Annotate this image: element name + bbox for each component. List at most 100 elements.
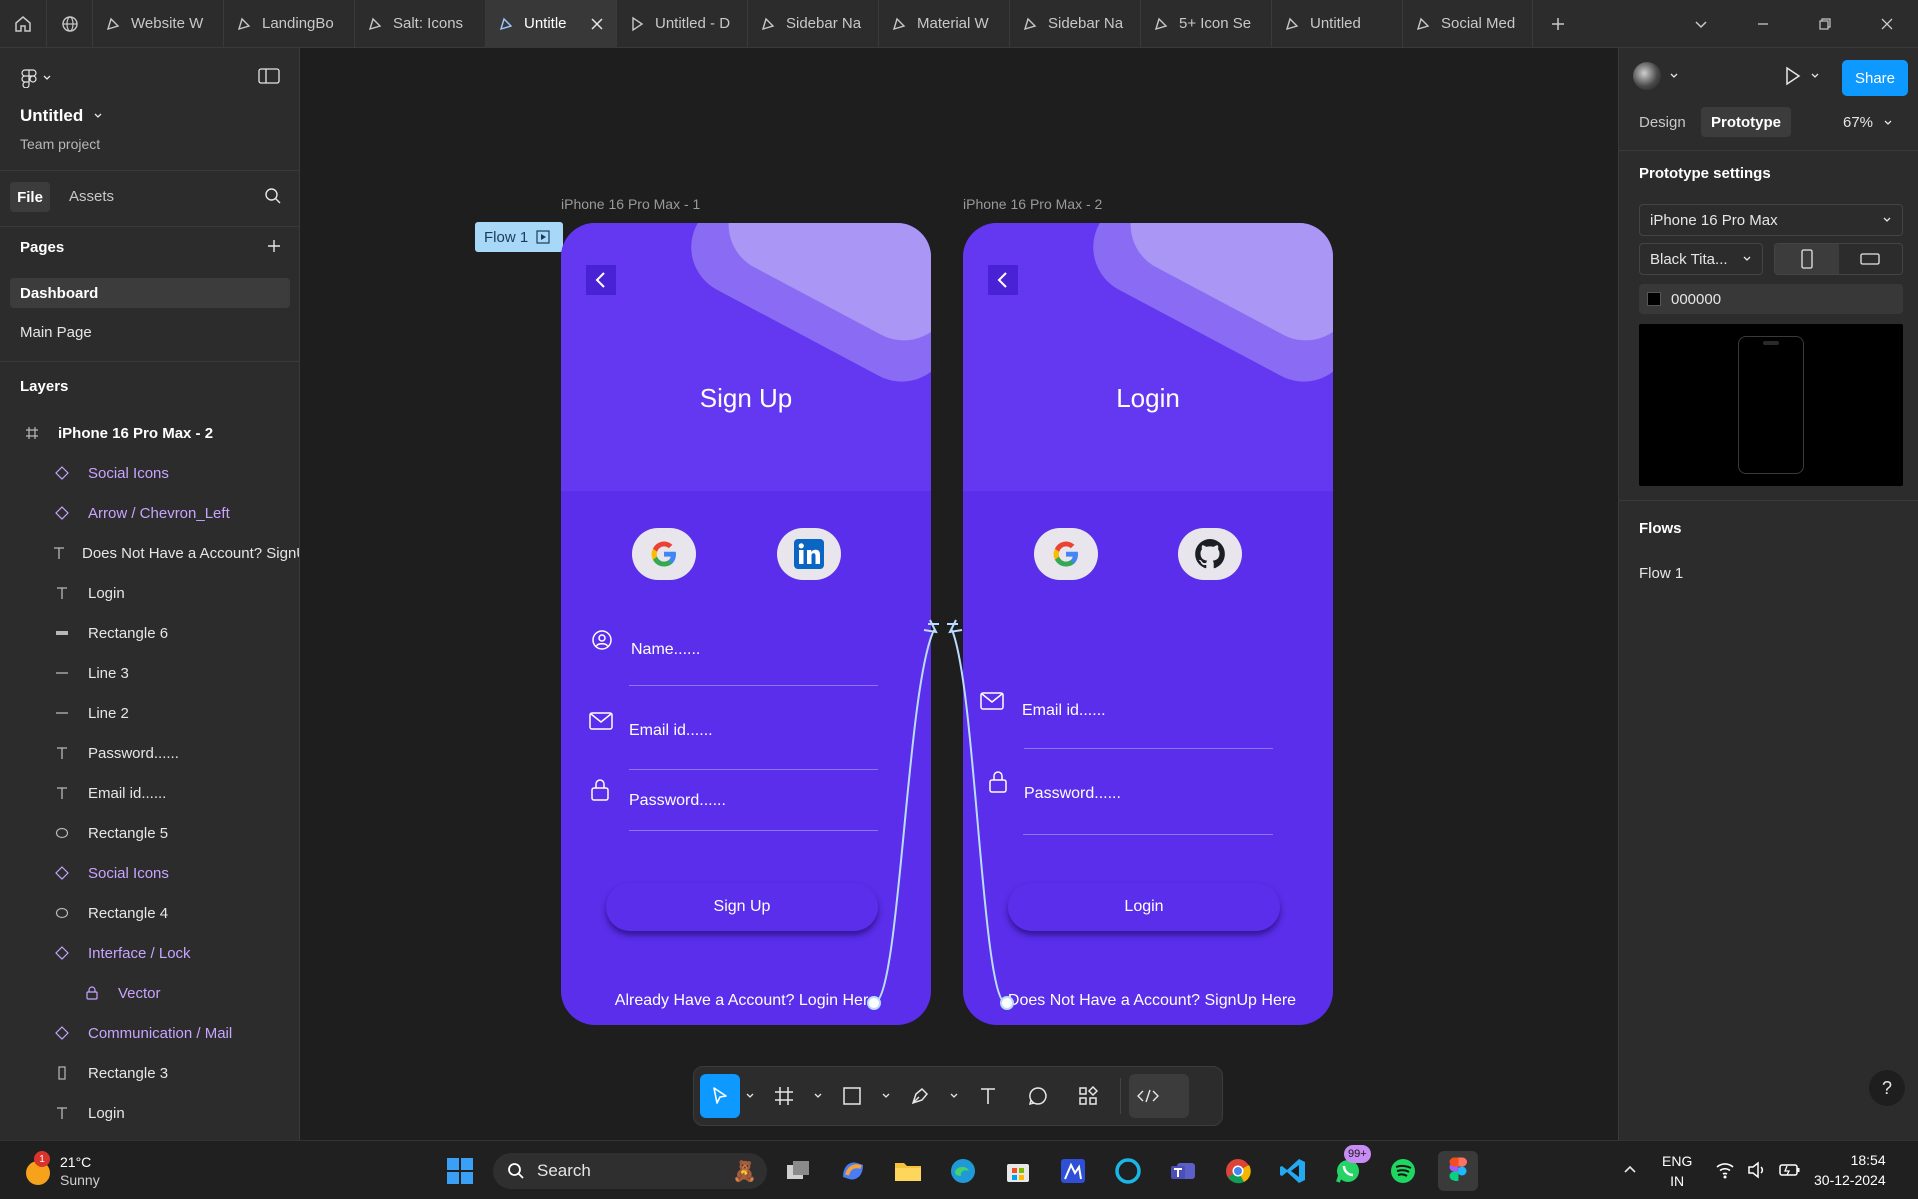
layer-row[interactable]: Rectangle 6 <box>0 613 299 653</box>
layer-row[interactable]: Email id...... <box>0 773 299 813</box>
layer-row[interactable]: Rectangle 5 <box>0 813 299 853</box>
landscape-icon[interactable] <box>1839 244 1903 274</box>
actions-tool-icon[interactable] <box>1064 1074 1112 1118</box>
close-tab-icon[interactable] <box>590 17 604 31</box>
vscode-icon[interactable] <box>1273 1151 1313 1191</box>
present-menu[interactable] <box>1784 66 1820 86</box>
minimize-icon[interactable] <box>1732 0 1794 48</box>
copilot-icon[interactable] <box>833 1151 873 1191</box>
connection-handle[interactable] <box>867 996 881 1010</box>
add-page-icon[interactable] <box>266 238 282 254</box>
zoom-menu[interactable]: 67% <box>1843 114 1893 131</box>
restore-icon[interactable] <box>1794 0 1856 48</box>
tab-icon-set[interactable]: 5+ Icon Se <box>1140 0 1271 48</box>
model-select[interactable]: Black Tita... <box>1639 243 1763 275</box>
toggle-sidebar-icon[interactable] <box>258 67 280 85</box>
tab-sidebar-1[interactable]: Sidebar Na <box>747 0 878 48</box>
windows-start-icon[interactable] <box>440 1151 480 1191</box>
tab-untitled-prototype[interactable]: Untitled - D <box>616 0 747 48</box>
tab-social-media[interactable]: Social Med <box>1402 0 1533 48</box>
portrait-icon[interactable] <box>1775 244 1839 274</box>
tab-assets[interactable]: Assets <box>69 188 114 205</box>
layer-row[interactable]: Communication / Mail <box>0 1013 299 1053</box>
design-file-icon <box>1416 17 1430 30</box>
microsoft-store-icon[interactable] <box>998 1151 1038 1191</box>
tab-untitled-2[interactable]: Untitled <box>1271 0 1402 48</box>
frame-tool-icon[interactable] <box>760 1074 808 1118</box>
teams-icon[interactable] <box>1163 1151 1203 1191</box>
taskbar-search[interactable]: Search 🧸 <box>493 1153 767 1189</box>
layer-row[interactable]: Password...... <box>0 733 299 773</box>
text-tool-icon[interactable] <box>964 1074 1012 1118</box>
connection-handle[interactable] <box>1000 996 1014 1010</box>
layer-row[interactable]: Rectangle 4 <box>0 893 299 933</box>
flow-item[interactable]: Flow 1 <box>1639 565 1683 582</box>
file-explorer-icon[interactable] <box>888 1151 928 1191</box>
tab-untitled-active[interactable]: Untitle <box>485 0 616 48</box>
layer-row[interactable]: Social Icons <box>0 453 299 493</box>
chevron-down-icon[interactable] <box>878 1074 894 1118</box>
chevron-down-icon[interactable] <box>810 1074 826 1118</box>
new-tab-icon[interactable] <box>1533 0 1583 48</box>
rectangle-tool-icon[interactable] <box>828 1074 876 1118</box>
tab-prototype[interactable]: Prototype <box>1701 107 1792 137</box>
tab-salt-icons[interactable]: Salt: Icons <box>354 0 485 48</box>
help-icon[interactable]: ? <box>1869 1070 1905 1106</box>
page-item-dashboard[interactable]: Dashboard <box>10 278 290 308</box>
chevron-down-icon[interactable] <box>742 1074 758 1118</box>
tab-bar: Website W LandingBo Salt: Icons Untitle … <box>0 0 1918 48</box>
clock[interactable]: 18:54 30-12-2024 <box>1814 1150 1886 1190</box>
layer-row[interactable]: Login <box>0 1093 299 1133</box>
close-window-icon[interactable] <box>1856 0 1918 48</box>
chrome-icon[interactable] <box>1218 1151 1258 1191</box>
app-icon-blue[interactable] <box>1053 1151 1093 1191</box>
tab-material[interactable]: Material W <box>878 0 1009 48</box>
tab-design[interactable]: Design <box>1639 114 1686 131</box>
globe-icon[interactable] <box>46 0 92 48</box>
user-menu[interactable] <box>1633 62 1679 90</box>
layer-row[interactable]: Vector <box>0 973 299 1013</box>
layer-frame-root[interactable]: iPhone 16 Pro Max - 2 <box>0 413 299 453</box>
figma-taskbar-icon[interactable] <box>1438 1151 1478 1191</box>
home-icon[interactable] <box>0 0 46 48</box>
chevron-down-icon <box>1811 73 1819 78</box>
layer-row[interactable]: Line 3 <box>0 653 299 693</box>
layer-row[interactable]: Login <box>0 573 299 613</box>
language-indicator[interactable]: ENG IN <box>1662 1151 1692 1191</box>
tab-sidebar-2[interactable]: Sidebar Na <box>1009 0 1140 48</box>
whatsapp-icon[interactable]: 99+ <box>1328 1145 1371 1191</box>
main-menu-button[interactable] <box>20 68 52 88</box>
page-item-main-page[interactable]: Main Page <box>20 324 92 341</box>
tab-overflow-chevron-icon[interactable] <box>1670 0 1732 48</box>
dev-mode-toggle[interactable] <box>1129 1074 1189 1118</box>
edge-browser-icon[interactable] <box>943 1151 983 1191</box>
tab-file[interactable]: File <box>10 182 50 212</box>
orientation-toggle <box>1774 243 1903 275</box>
layer-row[interactable]: Interface / Lock <box>0 933 299 973</box>
spotify-icon[interactable] <box>1383 1151 1423 1191</box>
weather-widget[interactable]: 1 21°C Sunny <box>24 1151 164 1191</box>
move-tool-icon[interactable] <box>700 1074 740 1118</box>
layer-row[interactable]: Arrow / Chevron_Left <box>0 493 299 533</box>
share-button[interactable]: Share <box>1842 60 1908 96</box>
task-view-icon[interactable] <box>778 1151 818 1191</box>
tray-chevron-up-icon[interactable] <box>1622 1161 1638 1177</box>
layer-row[interactable]: Line 2 <box>0 693 299 733</box>
tab-landing[interactable]: LandingBo <box>223 0 354 48</box>
layer-row[interactable]: Rectangle 3 <box>0 1053 299 1093</box>
search-icon[interactable] <box>264 187 282 205</box>
canvas[interactable]: iPhone 16 Pro Max - 1 iPhone 16 Pro Max … <box>300 48 1618 1140</box>
layer-row[interactable]: Does Not Have a Account? SignUp Here <box>0 533 299 573</box>
system-tray[interactable] <box>1715 1161 1801 1179</box>
chevron-down-icon <box>43 75 51 80</box>
color-swatch[interactable] <box>1647 292 1661 306</box>
pen-tool-icon[interactable] <box>896 1074 944 1118</box>
layer-row[interactable]: Social Icons <box>0 853 299 893</box>
comment-tool-icon[interactable] <box>1014 1074 1062 1118</box>
device-select[interactable]: iPhone 16 Pro Max <box>1639 204 1903 236</box>
file-name-menu[interactable]: Untitled <box>20 106 103 126</box>
tab-website[interactable]: Website W <box>92 0 223 48</box>
chevron-down-icon[interactable] <box>946 1074 962 1118</box>
alexa-icon[interactable] <box>1108 1151 1148 1191</box>
background-color-field[interactable]: 000000 <box>1639 284 1903 314</box>
